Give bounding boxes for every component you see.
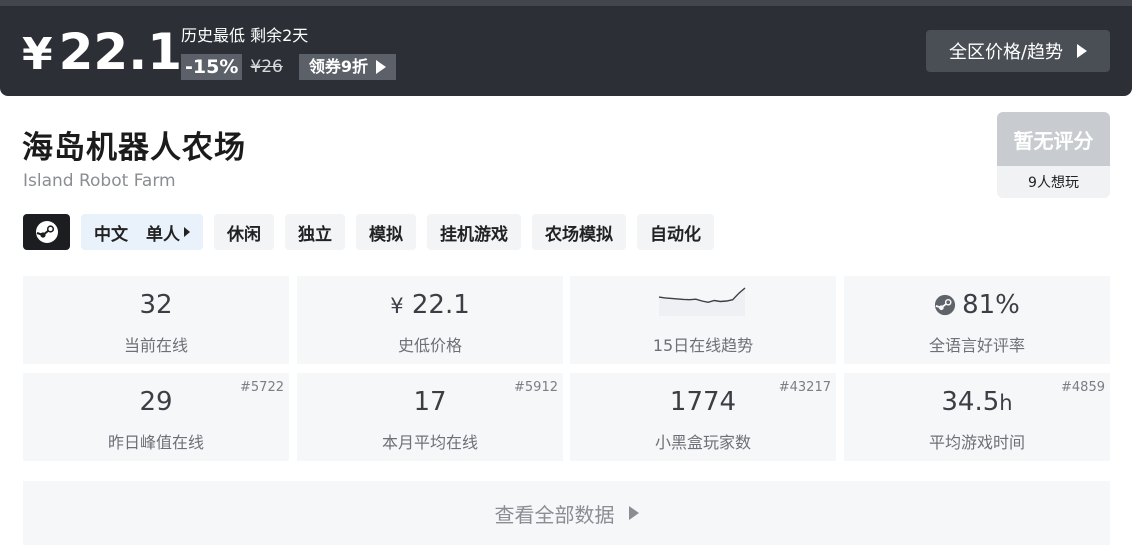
stat-value: 32 [139, 290, 173, 320]
lowest-price-info: 历史最低 剩余2天 [181, 26, 309, 45]
stat-label: 史低价格 [397, 336, 462, 355]
coupon-button[interactable]: 领券9折 [298, 54, 396, 80]
discount-badge: -15% [181, 54, 243, 80]
view-all-data-button[interactable]: 查看全部数据 [23, 481, 1110, 545]
stat-lowest-price[interactable]: ¥ 22.1 史低价格 [297, 276, 563, 364]
stat-value: 1774 [669, 387, 737, 417]
tag-simulation[interactable]: 模拟 [356, 214, 416, 250]
game-title: 海岛机器人农场 [22, 130, 246, 166]
stat-positive-rate[interactable]: 81% 全语言好评率 [844, 276, 1110, 364]
stat-label: 全语言好评率 [928, 336, 1025, 355]
view-all-data-label: 查看全部数据 [494, 502, 615, 527]
stat-unit: h [999, 391, 1013, 415]
tag-automation[interactable]: 自动化 [637, 214, 714, 250]
stat-number: 81% [962, 290, 1020, 320]
want-to-play-count: 9人想玩 [1028, 175, 1079, 191]
steam-platform-tag[interactable] [23, 214, 70, 250]
rating-box[interactable]: 暂无评分 9人想玩 [997, 112, 1110, 198]
discount-row: -15% ¥26 领券9折 [181, 54, 396, 80]
caret-right-icon [184, 227, 190, 237]
region-price-label: 全区价格/趋势 [948, 42, 1064, 63]
language-mode-tag[interactable]: 中文 单人 [81, 214, 203, 250]
stat-value: 29 [139, 387, 173, 417]
steam-icon [35, 221, 58, 243]
region-price-button[interactable]: 全区价格/趋势 [926, 30, 1110, 72]
tag-indie[interactable]: 独立 [285, 214, 345, 250]
stat-average-playtime[interactable]: #4859 34.5h 平均游戏时间 [844, 373, 1110, 461]
play-arrow-icon [375, 60, 386, 74]
play-arrow-icon [628, 506, 639, 520]
stat-label: 小黑盒玩家数 [654, 433, 751, 452]
stat-value: 17 [413, 387, 447, 417]
coupon-label: 领券9折 [308, 57, 368, 76]
current-price: ¥22.1 [22, 24, 182, 83]
stat-value: ¥ 22.1 [297, 290, 563, 320]
tag-farming-sim[interactable]: 农场模拟 [532, 214, 626, 250]
stat-number: 34.5 [941, 387, 1000, 417]
stat-label: 当前在线 [123, 336, 188, 355]
stat-monthly-average[interactable]: #5912 17 本月平均在线 [297, 373, 563, 461]
stat-value: 34.5h [844, 387, 1110, 417]
stat-label: 平均游戏时间 [928, 433, 1025, 452]
mode-label: 单人 [146, 224, 180, 245]
price-value: 22.1 [58, 23, 182, 81]
stat-player-count[interactable]: #43217 1774 小黑盒玩家数 [570, 373, 836, 461]
rating-score: 暂无评分 [997, 112, 1110, 166]
stat-online-trend[interactable]: 15日在线趋势 [570, 276, 836, 364]
trend-sparkline [658, 287, 746, 316]
stat-current-online[interactable]: 32 当前在线 [23, 276, 289, 364]
stat-value: 81% [844, 290, 1110, 320]
stat-yesterday-peak[interactable]: #5722 29 昨日峰值在线 [23, 373, 289, 461]
steam-icon [935, 294, 956, 316]
language-label: 中文 [94, 224, 128, 245]
price-banner: ¥22.1 历史最低 剩余2天 -15% ¥26 领券9折 全区价格/趋势 [0, 0, 1132, 96]
game-english-title: Island Robot Farm [23, 171, 176, 191]
stat-label: 15日在线趋势 [652, 336, 754, 355]
stat-number: 22.1 [411, 290, 470, 320]
original-price: ¥26 [250, 57, 283, 77]
play-arrow-icon [1077, 44, 1088, 58]
tag-casual[interactable]: 休闲 [214, 214, 274, 250]
stat-label: 昨日峰值在线 [107, 433, 204, 452]
tag-row: 中文 单人 休闲 独立 模拟 挂机游戏 农场模拟 自动化 [23, 214, 714, 250]
currency-symbol: ¥ [22, 29, 53, 80]
tag-idle[interactable]: 挂机游戏 [427, 214, 521, 250]
currency-symbol: ¥ [390, 294, 404, 318]
stat-label: 本月平均在线 [381, 433, 478, 452]
